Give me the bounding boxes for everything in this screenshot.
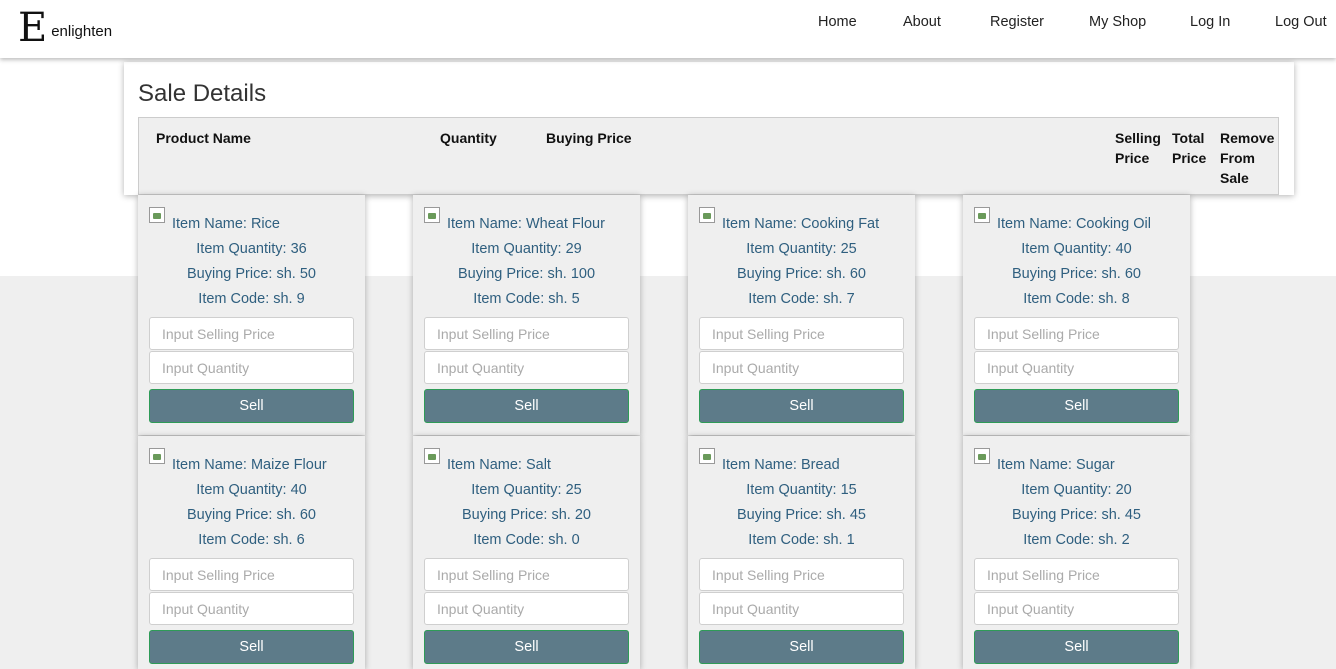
product-card: Item Name: Bread Item Quantity: 15 Buyin… (688, 436, 915, 669)
product-card: Item Name: Wheat Flour Item Quantity: 29… (413, 195, 640, 435)
nav-my-shop-link[interactable]: My Shop (1089, 14, 1146, 30)
item-code: Item Code: sh. 7 (748, 291, 855, 307)
column-selling-price: Selling Price (1115, 130, 1161, 166)
item-buying-price: Buying Price: sh. 60 (737, 266, 866, 282)
item-buying-price: Buying Price: sh. 50 (187, 266, 316, 282)
item-code: Item Code: sh. 2 (1023, 532, 1130, 548)
sell-button[interactable]: Sell (974, 389, 1179, 423)
item-name: Item Name: Sugar (997, 457, 1115, 473)
product-card: Item Name: Salt Item Quantity: 25 Buying… (413, 436, 640, 669)
item-quantity: Item Quantity: 20 (1021, 482, 1132, 498)
item-buying-price: Buying Price: sh. 45 (1012, 507, 1141, 523)
sell-button[interactable]: Sell (424, 630, 629, 664)
item-quantity: Item Quantity: 29 (471, 241, 582, 257)
item-code: Item Code: sh. 1 (748, 532, 855, 548)
item-buying-price: Buying Price: sh. 20 (462, 507, 591, 523)
quantity-input[interactable] (424, 351, 629, 384)
product-card: Item Name: Rice Item Quantity: 36 Buying… (138, 195, 365, 435)
product-card: Item Name: Cooking Oil Item Quantity: 40… (963, 195, 1190, 435)
sell-button[interactable]: Sell (149, 389, 354, 423)
item-code: Item Code: sh. 6 (198, 532, 305, 548)
item-quantity: Item Quantity: 15 (746, 482, 857, 498)
sell-button[interactable]: Sell (699, 389, 904, 423)
quantity-input[interactable] (974, 351, 1179, 384)
selling-price-input[interactable] (424, 558, 629, 591)
item-name: Item Name: Wheat Flour (447, 216, 605, 232)
item-quantity: Item Quantity: 40 (196, 482, 307, 498)
selling-price-input[interactable] (974, 317, 1179, 350)
item-quantity: Item Quantity: 25 (746, 241, 857, 257)
nav-home-link[interactable]: Home (818, 14, 857, 30)
brand-name: enlighten (51, 22, 113, 40)
item-name: Item Name: Rice (172, 216, 280, 232)
item-code: Item Code: sh. 5 (473, 291, 580, 307)
column-buying-price: Buying Price (546, 130, 632, 146)
brand-logo[interactable]: E enlighten (18, 6, 112, 50)
brand-mark: E (18, 5, 48, 51)
sale-details-table-header: Product Name Quantity Buying Price Selli… (138, 117, 1279, 195)
nav-about-link[interactable]: About (903, 14, 941, 30)
item-buying-price: Buying Price: sh. 100 (457, 266, 596, 282)
product-card: Item Name: Sugar Item Quantity: 20 Buyin… (963, 436, 1190, 669)
item-name: Item Name: Maize Flour (172, 457, 327, 473)
selling-price-input[interactable] (424, 317, 629, 350)
sell-button[interactable]: Sell (149, 630, 354, 664)
selling-price-input[interactable] (699, 558, 904, 591)
nav-log-in-link[interactable]: Log In (1190, 14, 1230, 30)
product-card: Item Name: Cooking Fat Item Quantity: 25… (688, 195, 915, 435)
item-quantity: Item Quantity: 40 (1021, 241, 1132, 257)
sell-button[interactable]: Sell (424, 389, 629, 423)
selling-price-input[interactable] (149, 558, 354, 591)
item-code: Item Code: sh. 8 (1023, 291, 1130, 307)
column-product-name: Product Name (156, 130, 251, 146)
quantity-input[interactable] (699, 592, 904, 625)
item-quantity: Item Quantity: 36 (196, 241, 307, 257)
nav-register-link[interactable]: Register (990, 14, 1044, 30)
column-remove-from-sale: Remove From Sale (1220, 130, 1275, 186)
item-name: Item Name: Salt (447, 457, 551, 473)
quantity-input[interactable] (149, 351, 354, 384)
column-total-price: Total Price (1172, 130, 1207, 166)
item-code: Item Code: sh. 0 (473, 532, 580, 548)
navbar: E enlighten Home About Register My Shop … (0, 0, 1336, 58)
product-card: Item Name: Maize Flour Item Quantity: 40… (138, 436, 365, 669)
item-quantity: Item Quantity: 25 (471, 482, 582, 498)
sale-details-title: Sale Details (138, 80, 267, 107)
quantity-input[interactable] (149, 592, 354, 625)
item-buying-price: Buying Price: sh. 60 (187, 507, 316, 523)
selling-price-input[interactable] (974, 558, 1179, 591)
item-name: Item Name: Cooking Fat (722, 216, 880, 232)
selling-price-input[interactable] (149, 317, 354, 350)
quantity-input[interactable] (699, 351, 904, 384)
nav-log-out-link[interactable]: Log Out (1275, 14, 1327, 30)
sale-details-panel: Sale Details Product Name Quantity Buyin… (124, 62, 1294, 195)
quantity-input[interactable] (974, 592, 1179, 625)
column-quantity: Quantity (440, 130, 497, 146)
selling-price-input[interactable] (699, 317, 904, 350)
item-buying-price: Buying Price: sh. 45 (737, 507, 866, 523)
sell-button[interactable]: Sell (974, 630, 1179, 664)
sell-button[interactable]: Sell (699, 630, 904, 664)
quantity-input[interactable] (424, 592, 629, 625)
item-buying-price: Buying Price: sh. 60 (1012, 266, 1141, 282)
item-name: Item Name: Cooking Oil (997, 216, 1151, 232)
item-name: Item Name: Bread (722, 457, 840, 473)
item-code: Item Code: sh. 9 (198, 291, 305, 307)
